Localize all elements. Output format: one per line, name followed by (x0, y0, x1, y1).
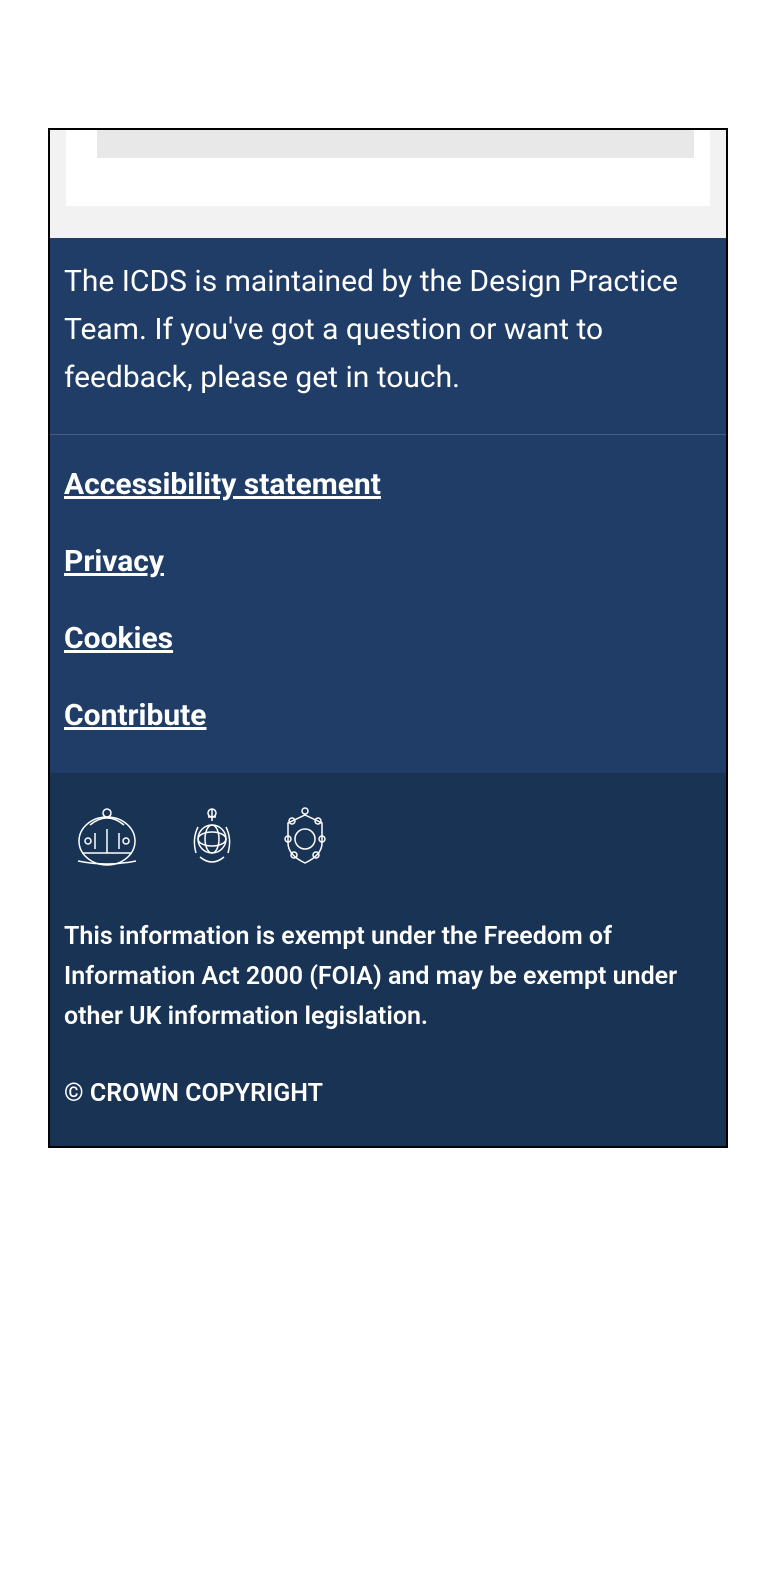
content-area (66, 130, 710, 206)
crest-row (64, 803, 712, 869)
cookies-link[interactable]: Cookies (64, 621, 712, 656)
contribute-link[interactable]: Contribute (64, 698, 712, 733)
foia-exempt-text: This information is exempt under the Fre… (64, 917, 712, 1037)
footer-links-section: Accessibility statement Privacy Cookies … (50, 435, 726, 773)
accessibility-link[interactable]: Accessibility statement (64, 467, 712, 502)
globe-crest-icon (190, 803, 234, 869)
footer-bottom-section: This information is exempt under the Fre… (50, 773, 726, 1146)
shield-crest-icon (280, 803, 330, 869)
privacy-link[interactable]: Privacy (64, 544, 712, 579)
royal-crest-icon (70, 803, 144, 869)
footer-intro-text: The ICDS is maintained by the Design Pra… (50, 238, 726, 435)
copyright-text: © CROWN COPYRIGHT (64, 1079, 712, 1108)
page-container: The ICDS is maintained by the Design Pra… (48, 128, 728, 1148)
content-placeholder (97, 130, 694, 158)
